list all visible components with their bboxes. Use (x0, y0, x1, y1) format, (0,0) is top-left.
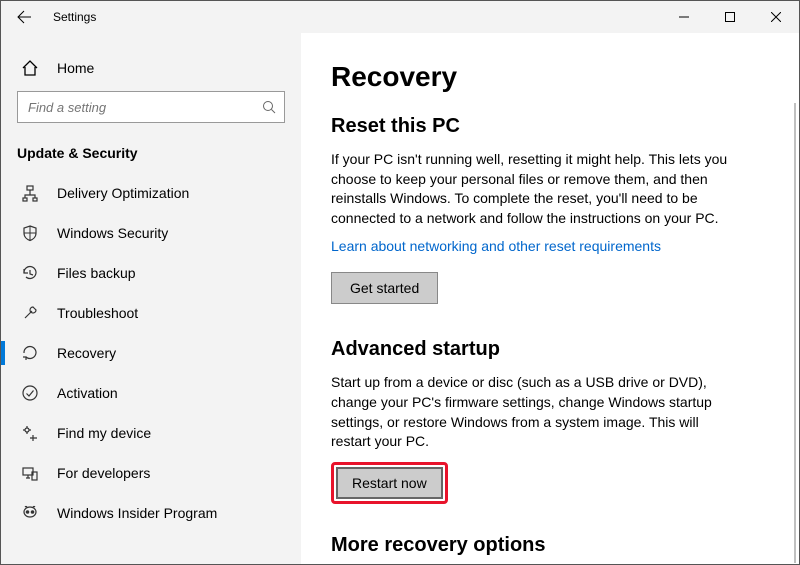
content: Recovery Reset this PC If your PC isn't … (301, 33, 799, 564)
sidebar-item-windows-security[interactable]: Windows Security (1, 213, 301, 253)
sidebar-home[interactable]: Home (1, 51, 301, 91)
backup-icon (21, 264, 39, 282)
titlebar: Settings (1, 1, 799, 33)
body: Home Update & Security Delivery Optimiza… (1, 33, 799, 564)
maximize-button[interactable] (707, 1, 753, 33)
insider-icon (21, 504, 39, 522)
sidebar-item-label: Find my device (57, 425, 151, 441)
back-button[interactable] (1, 1, 47, 33)
reset-body: If your PC isn't running well, resetting… (331, 150, 741, 228)
page-title: Recovery (331, 61, 769, 93)
sidebar-item-label: Delivery Optimization (57, 185, 189, 201)
home-icon (21, 59, 39, 77)
sidebar-item-label: Windows Security (57, 225, 168, 241)
sidebar-item-label: For developers (57, 465, 150, 481)
reset-link[interactable]: Learn about networking and other reset r… (331, 238, 661, 254)
sidebar-item-label: Windows Insider Program (57, 505, 217, 521)
sidebar-item-label: Files backup (57, 265, 136, 281)
window-controls (661, 1, 799, 33)
search-box[interactable] (17, 91, 285, 123)
advanced-body: Start up from a device or disc (such as … (331, 373, 741, 451)
close-button[interactable] (753, 1, 799, 33)
sidebar: Home Update & Security Delivery Optimiza… (1, 33, 301, 564)
minimize-icon (679, 12, 689, 22)
get-started-button[interactable]: Get started (331, 272, 438, 304)
developers-icon (21, 464, 39, 482)
search-icon (254, 100, 284, 114)
search-input[interactable] (18, 100, 254, 115)
arrow-left-icon (16, 9, 32, 25)
recovery-icon (21, 344, 39, 362)
sidebar-item-recovery[interactable]: Recovery (1, 333, 301, 373)
sidebar-item-for-developers[interactable]: For developers (1, 453, 301, 493)
location-icon (21, 424, 39, 442)
minimize-button[interactable] (661, 1, 707, 33)
scrollbar[interactable] (794, 103, 796, 563)
reset-heading: Reset this PC (331, 115, 769, 138)
sidebar-item-label: Activation (57, 385, 118, 401)
restart-highlight: Restart now (331, 462, 448, 504)
restart-now-button[interactable]: Restart now (336, 467, 443, 499)
sidebar-category: Update & Security (1, 141, 301, 173)
sidebar-item-find-my-device[interactable]: Find my device (1, 413, 301, 453)
close-icon (771, 12, 781, 22)
sidebar-item-files-backup[interactable]: Files backup (1, 253, 301, 293)
home-label: Home (57, 60, 94, 76)
search-wrap (1, 91, 301, 141)
window-title: Settings (53, 10, 96, 24)
nav-list: Delivery Optimization Windows Security F… (1, 173, 301, 533)
advanced-heading: Advanced startup (331, 338, 769, 361)
check-circle-icon (21, 384, 39, 402)
sidebar-item-label: Troubleshoot (57, 305, 138, 321)
sidebar-item-windows-insider[interactable]: Windows Insider Program (1, 493, 301, 533)
shield-icon (21, 224, 39, 242)
sidebar-item-activation[interactable]: Activation (1, 373, 301, 413)
maximize-icon (725, 12, 735, 22)
sidebar-item-troubleshoot[interactable]: Troubleshoot (1, 293, 301, 333)
more-heading: More recovery options (331, 534, 769, 557)
sidebar-item-delivery-optimization[interactable]: Delivery Optimization (1, 173, 301, 213)
delivery-icon (21, 184, 39, 202)
settings-window: Settings Home Update & Security (0, 0, 800, 565)
wrench-icon (21, 304, 39, 322)
sidebar-item-label: Recovery (57, 345, 116, 361)
